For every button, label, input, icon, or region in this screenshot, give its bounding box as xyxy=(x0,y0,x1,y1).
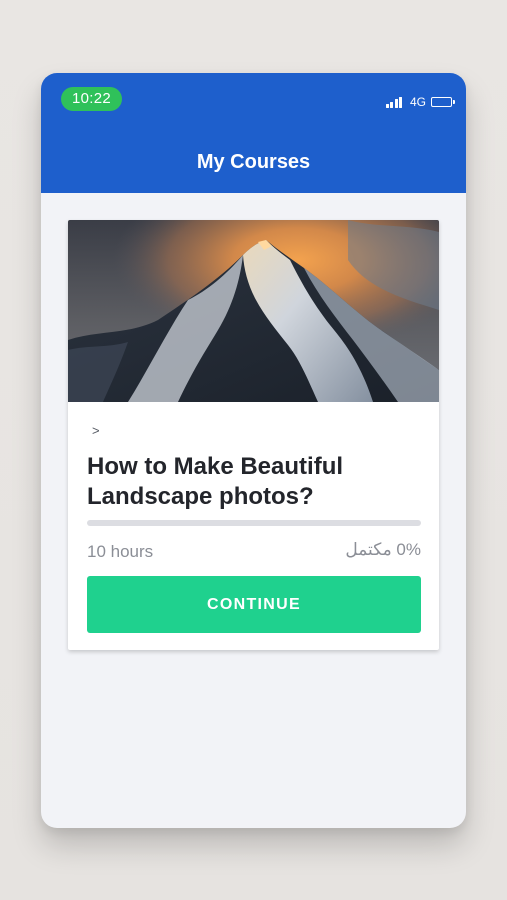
course-title: How to Make Beautiful Landscape photos? xyxy=(87,453,344,510)
course-completion-text: 0% مكتمل xyxy=(345,540,421,559)
status-indicators: 4G xyxy=(385,95,455,109)
chevron-right-icon: > xyxy=(92,423,100,438)
status-time: 10:22 xyxy=(61,87,122,111)
app-header: 10:22 4G My Courses xyxy=(41,73,466,193)
phone-screen: 10:22 4G My Courses > How to Make Beauti… xyxy=(41,73,466,828)
course-progress-bar xyxy=(87,520,421,526)
signal-icon xyxy=(385,96,404,108)
course-completion: 0% مكتمل xyxy=(345,540,421,560)
course-image xyxy=(68,220,439,402)
page-title: My Courses xyxy=(196,151,311,173)
network-type: 4G xyxy=(409,95,426,109)
course-duration: 10 hours xyxy=(87,542,154,561)
course-card[interactable]: > How to Make Beautiful Landscape photos… xyxy=(68,220,439,650)
continue-button[interactable]: CONTINUE xyxy=(87,576,421,633)
battery-icon xyxy=(431,97,455,107)
